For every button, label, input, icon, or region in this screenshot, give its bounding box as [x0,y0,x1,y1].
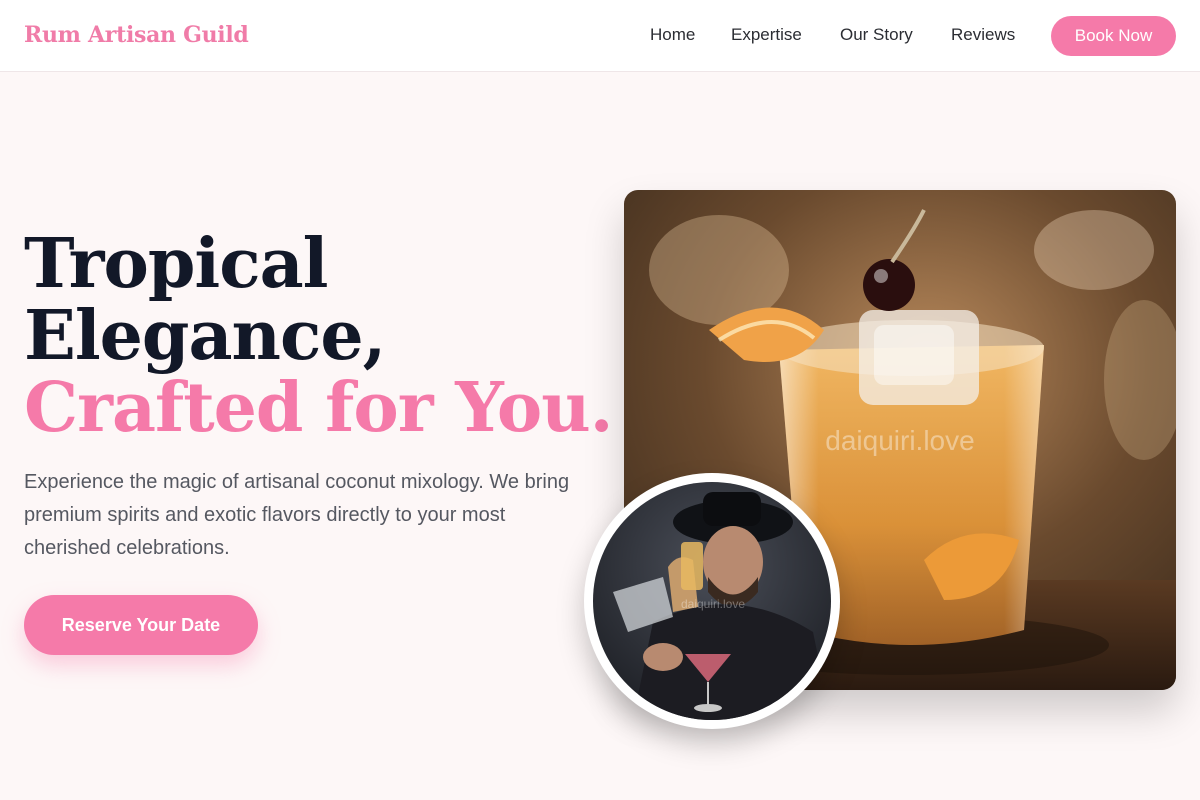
nav-link-expertise[interactable]: Expertise [731,25,802,45]
nav-link-reviews[interactable]: Reviews [951,25,1015,45]
brand-logo[interactable]: Rum Artisan Guild [24,22,249,48]
bartender-photo-frame: daiquiri.love [584,473,840,729]
bartender-photo: daiquiri.love [593,482,831,720]
nav-link-home[interactable]: Home [650,25,695,45]
reserve-date-button[interactable]: Reserve Your Date [24,595,258,655]
hero-title: Tropical Elegance, Crafted for You. [24,224,613,448]
hero-title-line: Tropical [24,224,329,304]
hero-title-accent: Crafted for You. [24,368,613,448]
watermark-text: daiquiri.love [825,425,974,456]
hero-description: Experience the magic of artisanal coconu… [24,471,570,559]
nav-link-our-story[interactable]: Our Story [840,25,913,45]
watermark-text: daiquiri.love [681,597,745,611]
top-nav: Rum Artisan Guild Home Expertise Our Sto… [0,0,1200,72]
book-now-button[interactable]: Book Now [1051,16,1176,56]
hero-title-line: Elegance, [24,296,386,376]
